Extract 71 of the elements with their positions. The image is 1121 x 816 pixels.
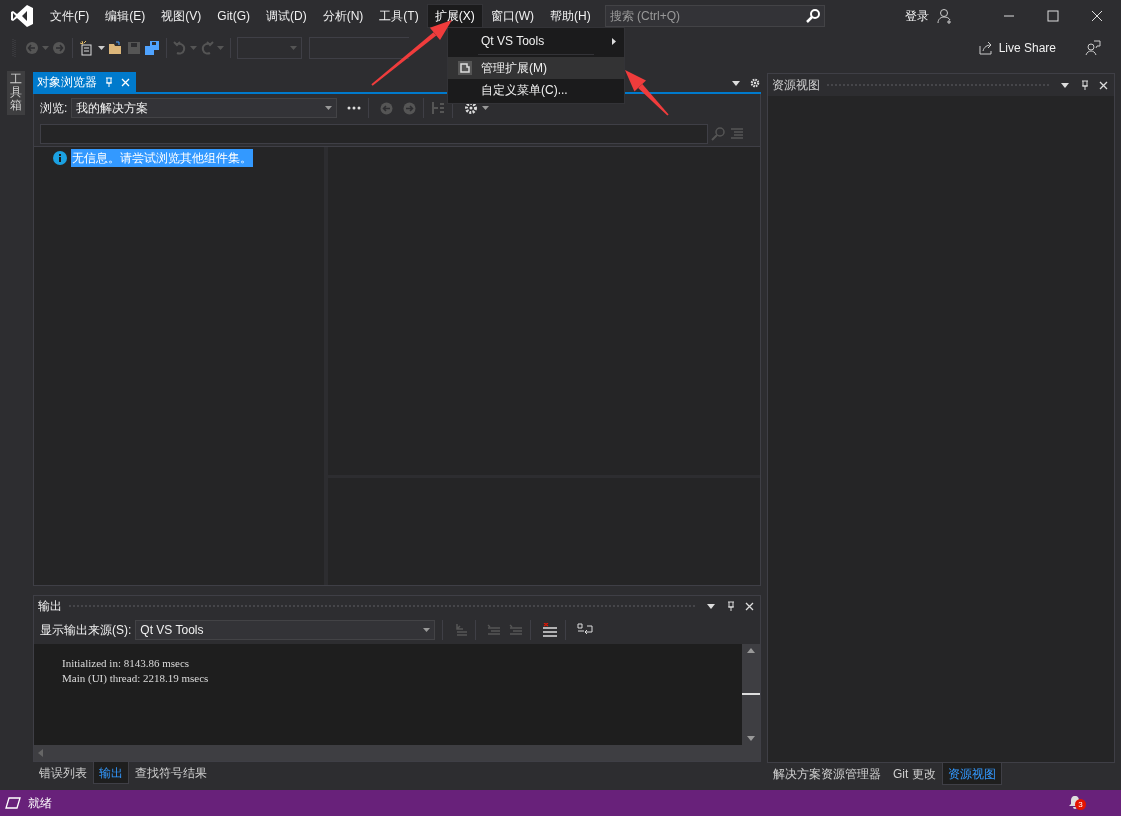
new-project-icon[interactable] xyxy=(79,40,95,56)
panel-tab[interactable]: Git 更改 xyxy=(887,763,942,785)
submenu-arrow-icon xyxy=(612,37,616,45)
menu-item[interactable]: 自定义菜单(C)... xyxy=(448,79,624,101)
search-icon[interactable] xyxy=(805,9,820,23)
panel-tab[interactable]: 错误列表 xyxy=(33,762,93,784)
settings-icon[interactable] xyxy=(750,78,760,88)
horizontal-scrollbar[interactable] xyxy=(34,745,760,761)
output-source-label: 显示输出来源(S): xyxy=(40,622,132,639)
close-icon[interactable] xyxy=(1091,10,1103,22)
status-text: 就绪 xyxy=(28,795,52,812)
panel-title: 资源视图 xyxy=(772,77,820,94)
object-search-field[interactable] xyxy=(40,124,708,144)
pin-icon[interactable] xyxy=(727,601,735,611)
clear-all-icon[interactable] xyxy=(542,623,559,637)
menu-item[interactable]: 文件(F) xyxy=(42,4,98,28)
caret-icon[interactable] xyxy=(482,106,490,110)
save-all-icon[interactable] xyxy=(144,40,160,56)
panel-tab[interactable]: 解决方案资源管理器 xyxy=(767,763,887,785)
caret-icon[interactable] xyxy=(98,46,105,50)
menu-item[interactable]: 调试(D) xyxy=(258,4,315,28)
maximize-icon[interactable] xyxy=(1047,10,1059,22)
menu-item[interactable]: Git(G) xyxy=(209,4,258,28)
menu-item[interactable]: 编辑(E) xyxy=(97,4,154,28)
dropdown-icon[interactable] xyxy=(732,81,740,86)
info-icon xyxy=(53,151,67,165)
panel-tab[interactable]: 查找符号结果 xyxy=(129,762,213,784)
menu-item[interactable]: Qt VS Tools xyxy=(448,30,624,52)
info-message: 无信息。请尝试浏览其他组件集。 xyxy=(71,149,253,167)
output-line: Initialized in: 8143.86 msecs xyxy=(62,656,191,671)
live-share-button[interactable]: Live Share xyxy=(978,39,1056,57)
pin-icon[interactable] xyxy=(1081,80,1089,90)
menu-item[interactable]: 工具(T) xyxy=(371,4,427,28)
menu-item[interactable]: 窗口(W) xyxy=(482,4,542,28)
panel-title: 输出 xyxy=(38,598,62,615)
close-icon[interactable] xyxy=(745,601,754,611)
annotation-arrow xyxy=(625,70,669,116)
status-icon xyxy=(5,797,21,809)
settings-icon[interactable] xyxy=(464,101,479,115)
sign-in-button[interactable]: 登录 xyxy=(905,7,929,25)
browse-label: 浏览: xyxy=(40,100,68,117)
scroll-thumb[interactable] xyxy=(742,693,760,695)
menu-item[interactable]: 管理扩展(M) xyxy=(448,57,624,79)
open-folder-icon[interactable] xyxy=(108,41,124,55)
vertical-scrollbar[interactable] xyxy=(742,644,760,745)
panel-tab[interactable]: 输出 xyxy=(93,762,129,784)
search-field[interactable]: 搜索 (Ctrl+Q) xyxy=(604,5,825,27)
dropdown-icon[interactable] xyxy=(707,603,715,609)
extension-icon xyxy=(457,61,472,75)
share-icon xyxy=(978,41,993,55)
notification-count: 3 xyxy=(1075,799,1086,810)
menu-item[interactable]: 视图(V) xyxy=(153,4,210,28)
caret-icon[interactable] xyxy=(423,628,431,632)
scroll-up-icon xyxy=(747,648,755,653)
close-icon[interactable] xyxy=(1099,80,1108,90)
scroll-down-icon xyxy=(747,736,755,741)
output-source-dropdown[interactable]: Qt VS Tools xyxy=(135,620,436,640)
caret-icon[interactable] xyxy=(325,106,333,110)
panel-tab[interactable]: 资源视图 xyxy=(941,763,1002,785)
logo-icon xyxy=(10,4,34,28)
menu-item[interactable]: 帮助(H) xyxy=(542,4,599,28)
more-icon[interactable] xyxy=(347,106,362,110)
menu-item[interactable]: 分析(N) xyxy=(314,4,372,28)
dropdown-icon[interactable] xyxy=(1061,82,1069,88)
toolbox-tab[interactable]: 工具箱 xyxy=(7,71,25,115)
browse-dropdown[interactable]: 我的解决方案 xyxy=(71,98,338,118)
feedback-icon[interactable] xyxy=(1085,40,1101,56)
output-line: Main (UI) thread: 2218.19 msecs xyxy=(62,671,210,686)
scroll-left-icon xyxy=(38,749,43,757)
user-icon[interactable] xyxy=(937,8,953,24)
word-wrap-icon[interactable] xyxy=(577,623,594,637)
